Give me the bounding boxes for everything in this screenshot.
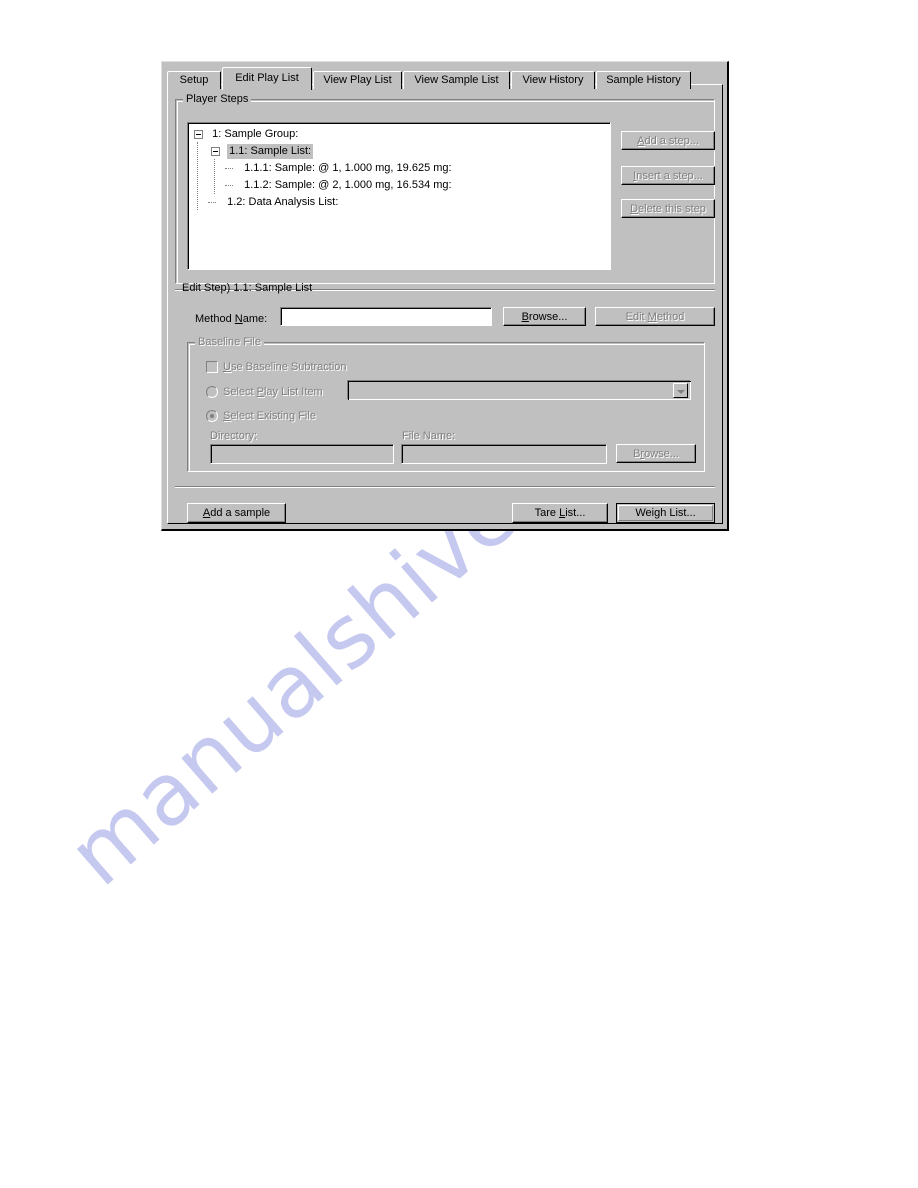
tree-expander-icon[interactable]	[194, 129, 204, 139]
delete-this-step-button[interactable]: Delete this step	[621, 199, 715, 218]
tab-setup[interactable]: Setup	[167, 71, 221, 89]
player-steps-tree[interactable]: 1: Sample Group: 1.1: Sample List: 1.1.1…	[187, 122, 611, 270]
browse-method-button[interactable]: Browse...	[503, 307, 586, 326]
tab-view-sample-list[interactable]: View Sample List	[403, 71, 510, 89]
checkbox-icon[interactable]	[206, 361, 218, 374]
tree-item-label: 1.1: Sample List:	[227, 144, 314, 159]
edit-method-button[interactable]: Edit Method	[595, 307, 715, 326]
add-a-step-button[interactable]: Add a step...	[621, 131, 715, 150]
tree-row[interactable]: 1.1.1: Sample: @ 1, 1.000 mg, 19.625 mg:	[190, 160, 610, 177]
tab-strip: Setup Edit Play List View Play List View…	[167, 67, 723, 90]
select-play-list-item-radio[interactable]: Select Play List Item	[206, 386, 323, 399]
tab-sample-history[interactable]: Sample History	[596, 71, 691, 89]
file-name-label: File Name:	[402, 430, 456, 442]
tree-item-label: 1: Sample Group:	[212, 128, 299, 140]
tree-row[interactable]: 1.1.2: Sample: @ 2, 1.000 mg, 16.534 mg:	[190, 177, 610, 194]
add-a-sample-button[interactable]: Add a sample	[187, 503, 286, 523]
tree-item-label: 1.1.1: Sample: @ 1, 1.000 mg, 19.625 mg:	[244, 162, 452, 174]
play-list-item-combo-value	[350, 382, 672, 398]
radio-icon[interactable]	[206, 410, 218, 423]
edit-play-list-dialog: Setup Edit Play List View Play List View…	[161, 61, 729, 531]
tree-row[interactable]: 1.2: Data Analysis List:	[190, 194, 610, 211]
directory-label: Directory:	[210, 430, 258, 442]
select-existing-file-radio[interactable]: Select Existing File	[206, 410, 316, 423]
method-name-input[interactable]	[280, 307, 492, 326]
play-list-item-combo[interactable]	[347, 380, 691, 400]
tab-edit-play-list[interactable]: Edit Play List	[222, 67, 312, 90]
select-play-list-item-label: Select Play List Item	[223, 386, 323, 398]
tab-view-play-list[interactable]: View Play List	[313, 71, 402, 89]
baseline-file-title: Baseline File	[195, 336, 264, 348]
edit-step-header: Edit Step) 1.1: Sample List	[182, 282, 313, 294]
weigh-list-button[interactable]: Weigh List...	[616, 503, 715, 523]
tree-item-label: 1.1.2: Sample: @ 2, 1.000 mg, 16.534 mg:	[244, 179, 452, 191]
insert-a-step-button[interactable]: Insert a step...	[621, 166, 715, 185]
tree-row[interactable]: 1.1: Sample List:	[190, 143, 610, 160]
tree-item-label: 1.2: Data Analysis List:	[227, 196, 339, 208]
tree-leaf-icon	[225, 164, 237, 173]
chevron-down-icon[interactable]	[673, 383, 688, 398]
player-steps-title: Player Steps	[183, 93, 252, 105]
tree-leaf-icon	[225, 181, 237, 190]
tree-row[interactable]: 1: Sample Group:	[190, 126, 610, 143]
footer-divider	[175, 486, 715, 488]
tare-list-button[interactable]: Tare List...	[512, 503, 608, 523]
radio-icon[interactable]	[206, 386, 218, 399]
browse-baseline-file-button[interactable]: Browse...	[616, 444, 696, 463]
select-existing-file-label: Select Existing File	[223, 410, 316, 422]
tab-view-history[interactable]: View History	[511, 71, 595, 89]
file-name-input[interactable]	[401, 444, 607, 464]
tree-expander-icon[interactable]	[211, 146, 221, 156]
directory-input[interactable]	[210, 444, 394, 464]
method-name-label: Method Name:	[195, 313, 268, 325]
tree-leaf-icon	[208, 198, 220, 207]
use-baseline-subtraction-label: Use Baseline Subtraction	[223, 361, 347, 373]
use-baseline-subtraction-checkbox[interactable]: Use Baseline Subtraction	[206, 361, 347, 374]
